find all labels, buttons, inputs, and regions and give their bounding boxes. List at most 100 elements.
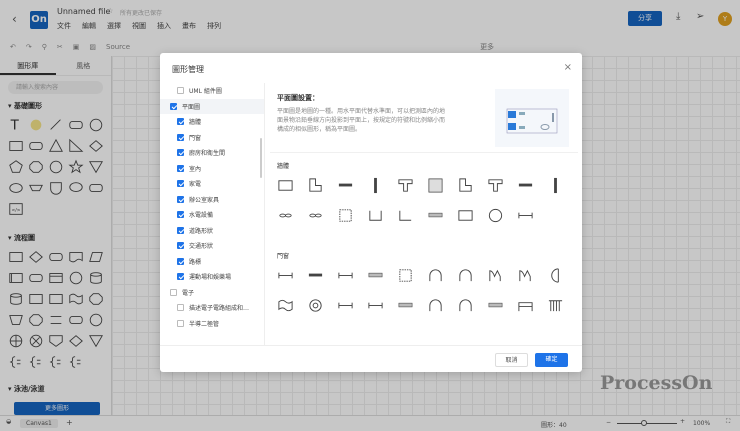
category-label: 水電設備	[189, 212, 214, 220]
circle-shape-icon	[487, 207, 504, 226]
hline-shape-icon	[337, 267, 354, 286]
checkbox[interactable]	[177, 87, 184, 95]
category-list-item[interactable]: 牆體	[160, 114, 264, 130]
hbar2-shape-icon	[427, 207, 444, 226]
dashrect-shape-icon	[397, 267, 414, 286]
category-heading: 門窗	[277, 253, 290, 260]
category-list-item[interactable]: 門窗	[160, 130, 264, 146]
cancel-button[interactable]: 取消	[495, 353, 528, 367]
category-list-item[interactable]: 運動場和娛樂場	[160, 269, 264, 285]
hline-shape-icon	[337, 297, 354, 316]
checkbox[interactable]	[177, 319, 184, 327]
description-box: 平面圖設置： 平面圖是地圖的一種。用水平面代替水準面，可以把測區內的地面景物沿鉛…	[270, 83, 578, 153]
category-list-item[interactable]: 道路形狀	[160, 223, 264, 239]
hbar-shape-icon	[337, 177, 354, 196]
category-label: 門窗	[189, 134, 202, 142]
floorplan-preview-image	[495, 89, 569, 147]
rect-shape-icon	[457, 207, 474, 226]
category-list-item[interactable]: 平面圖	[160, 98, 264, 114]
arc-shape-icon	[427, 297, 444, 316]
list-scrollbar[interactable]	[260, 138, 262, 178]
category-label: 平面圖	[182, 103, 201, 111]
hbar-shape-icon	[307, 267, 324, 286]
checkbox[interactable]	[177, 180, 184, 188]
confirm-button[interactable]: 確定	[535, 353, 568, 367]
twall-shape-icon	[397, 177, 414, 196]
checkbox[interactable]	[177, 195, 184, 203]
checkbox[interactable]	[177, 242, 184, 250]
checkbox[interactable]	[177, 257, 184, 265]
shape-row	[277, 267, 564, 286]
category-label: 電子	[182, 289, 195, 297]
category-label: 交通形狀	[189, 243, 214, 251]
checkbox[interactable]	[170, 102, 177, 110]
category-label: 牆體	[189, 119, 202, 127]
close-icon[interactable]: ×	[564, 62, 572, 73]
category-label: 道路形狀	[189, 227, 214, 235]
category-label: 運動場和娛樂場	[189, 274, 232, 282]
checkbox[interactable]	[170, 288, 177, 296]
category-list-item[interactable]: 廚房和衛生間	[160, 145, 264, 161]
shape-row	[277, 177, 564, 196]
hline-shape-icon	[277, 267, 294, 286]
category-list-item[interactable]: 室內	[160, 161, 264, 177]
bench-shape-icon	[517, 297, 534, 316]
category-list-item[interactable]: UML 組件圖	[160, 83, 264, 99]
checkbox[interactable]	[177, 118, 184, 126]
hbar-shape-icon	[517, 177, 534, 196]
half-shape-icon	[547, 267, 564, 286]
description-title: 平面圖設置：	[277, 94, 319, 102]
link-shape-icon	[277, 207, 294, 226]
category-list-item[interactable]: 路標	[160, 254, 264, 270]
category-list-item[interactable]: 描述電子電路組成和…	[160, 300, 264, 316]
l-shape-icon	[397, 207, 414, 226]
checkbox[interactable]	[177, 226, 184, 234]
category-list-item[interactable]: 半導二極管	[160, 316, 264, 332]
category-label: 描述電子電路組成和…	[189, 305, 250, 313]
category-list-item[interactable]: 辦公室家具	[160, 192, 264, 208]
category-list-item[interactable]: 電子	[160, 285, 264, 301]
dashrect-shape-icon	[337, 207, 354, 226]
category-list-item[interactable]: 水電設備	[160, 207, 264, 223]
description-text: 平面圖是地圖的一種。用水平面代替水準面，可以把測區內的地面景物沿鉛垂線方向投影到…	[277, 108, 446, 133]
hbar2-shape-icon	[487, 297, 504, 316]
shape-manager-dialog: 圖形管理 × UML 組件圖 平面圖 牆體 門窗 廚房和衛生間 室內 家電 辦公室家具 水電設備…	[160, 53, 582, 372]
m-shape-icon	[517, 267, 534, 286]
hbar2-shape-icon	[397, 297, 414, 316]
ring-shape-icon	[307, 297, 324, 316]
hatch-shape-icon	[427, 177, 444, 196]
hbar2-shape-icon	[367, 267, 384, 286]
category-label: UML 組件圖	[189, 88, 222, 96]
category-label: 半導二極管	[189, 320, 220, 328]
category-label: 辦公室家具	[189, 196, 220, 204]
hline-shape-icon	[367, 297, 384, 316]
checkbox[interactable]	[177, 211, 184, 219]
category-list-item[interactable]: 家電	[160, 176, 264, 192]
watermark: ProcessOn	[600, 372, 713, 394]
shape-row	[277, 297, 564, 316]
u-shape-icon	[367, 207, 384, 226]
hline-shape-icon	[517, 207, 534, 226]
checkbox[interactable]	[177, 133, 184, 141]
shape-row	[277, 207, 534, 226]
lwall-shape-icon	[457, 177, 474, 196]
checkbox[interactable]	[177, 149, 184, 157]
twall-shape-icon	[487, 177, 504, 196]
arc-shape-icon	[427, 267, 444, 286]
checkbox[interactable]	[177, 273, 184, 281]
lwall-shape-icon	[307, 177, 324, 196]
vbar-shape-icon	[547, 177, 564, 196]
rect-shape-icon	[277, 177, 294, 196]
category-label: 家電	[189, 181, 202, 189]
vbar-shape-icon	[367, 177, 384, 196]
shape-preview-panel: 平面圖設置： 平面圖是地圖的一種。用水平面代替水準面，可以把測區內的地面景物沿鉛…	[270, 83, 578, 345]
category-list-item[interactable]: 交通形狀	[160, 238, 264, 254]
wave-shape-icon	[277, 297, 294, 316]
grill-shape-icon	[547, 297, 564, 316]
checkbox[interactable]	[177, 304, 184, 312]
dialog-footer: 取消 確定	[160, 345, 582, 372]
m-shape-icon	[487, 267, 504, 286]
category-heading: 牆體	[277, 163, 290, 170]
dialog-title: 圖形管理	[172, 65, 204, 74]
checkbox[interactable]	[177, 164, 184, 172]
